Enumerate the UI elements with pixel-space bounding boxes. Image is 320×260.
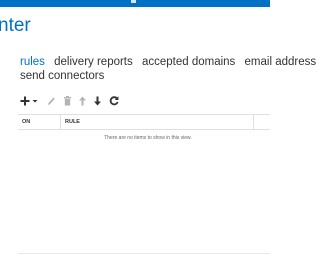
edit-button[interactable] (47, 94, 56, 108)
dropdown-arrow-icon (32, 100, 38, 103)
delete-icon (64, 96, 71, 106)
column-header-on[interactable]: ON (22, 119, 30, 125)
refresh-button[interactable] (109, 94, 119, 108)
move-up-icon (79, 96, 86, 106)
move-down-button[interactable] (93, 94, 102, 108)
nav-item-email-address-policies[interactable]: email address p (245, 56, 320, 68)
app-title: nter (0, 15, 31, 36)
add-menu-dropdown[interactable] (32, 94, 38, 108)
nav-item-rules[interactable]: rules (20, 56, 45, 68)
move-down-icon (94, 96, 101, 106)
nav-item-send-connectors[interactable]: send connectors (20, 70, 104, 82)
nav-item-accepted-domains[interactable]: accepted domains (142, 56, 235, 68)
refresh-icon (109, 96, 119, 106)
add-icon (20, 96, 30, 106)
rules-grid: ON RULE There are no items to show in th… (18, 114, 270, 254)
edit-icon (48, 97, 55, 105)
top-bar-indicator (131, 0, 136, 3)
grid-header: ON RULE (18, 114, 270, 130)
column-divider (253, 115, 254, 129)
move-up-button[interactable] (78, 94, 87, 108)
nav-item-delivery-reports[interactable]: delivery reports (54, 56, 133, 68)
grid-bottom-border (18, 253, 270, 254)
empty-state-message: There are no items to show in this view. (104, 135, 192, 141)
add-button[interactable] (20, 94, 30, 108)
window-top-bar (0, 0, 270, 7)
column-header-rule[interactable]: RULE (65, 119, 80, 125)
delete-button[interactable] (63, 94, 72, 108)
column-divider (60, 115, 61, 129)
